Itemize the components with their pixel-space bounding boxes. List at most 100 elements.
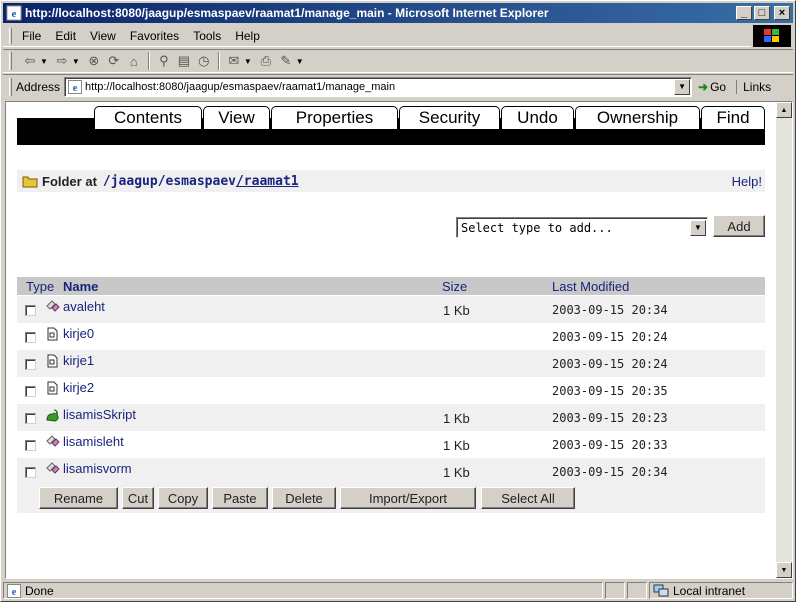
back-icon[interactable]: ⇦ — [20, 51, 40, 71]
maximize-button[interactable]: □ — [754, 6, 770, 20]
header-size[interactable]: Size — [442, 279, 467, 294]
item-name-link[interactable]: kirje0 — [63, 326, 94, 341]
address-input[interactable]: e http://localhost:8080/jaagup/esmaspaev… — [64, 76, 693, 97]
addressbar-grip[interactable] — [9, 77, 12, 96]
refresh-icon[interactable]: ⟳ — [104, 51, 124, 71]
row-checkbox[interactable] — [25, 359, 36, 370]
mail-dropdown-icon[interactable]: ▼ — [244, 57, 252, 66]
item-name-link[interactable]: avaleht — [63, 299, 105, 314]
paste-label: Paste — [223, 490, 257, 506]
paste-button[interactable]: Paste — [212, 487, 268, 509]
address-dropdown-icon[interactable]: ▼ — [674, 78, 691, 95]
row-checkbox[interactable] — [25, 440, 36, 451]
favorites-icon[interactable]: ▤ — [174, 51, 194, 71]
menu-view[interactable]: View — [90, 29, 116, 43]
item-name-link[interactable]: lisamisvorm — [63, 461, 132, 476]
type-select[interactable]: Select type to add... ▼ — [456, 217, 708, 238]
row-checkbox[interactable] — [25, 386, 36, 397]
item-name-link[interactable]: kirje2 — [63, 380, 94, 395]
row-checkbox[interactable] — [25, 413, 36, 424]
go-button[interactable]: ➜ Go — [698, 80, 726, 94]
add-button[interactable]: Add — [713, 215, 765, 237]
tab-find[interactable]: Find — [701, 106, 765, 129]
help-link[interactable]: Help! — [732, 174, 762, 189]
menu-bar: File Edit View Favorites Tools Help — [3, 25, 751, 47]
item-name-link[interactable]: kirje1 — [63, 353, 94, 368]
tab-undo[interactable]: Undo — [501, 106, 574, 129]
copy-button[interactable]: Copy — [158, 487, 208, 509]
delete-button[interactable]: Delete — [272, 487, 336, 509]
rename-label: Rename — [53, 490, 104, 506]
home-icon[interactable]: ⌂ — [124, 51, 144, 71]
close-button[interactable]: × — [774, 6, 790, 20]
mail-icon[interactable]: ✉ — [224, 51, 244, 71]
item-name-link[interactable]: lisamisleht — [63, 434, 124, 449]
address-url[interactable]: http://localhost:8080/jaagup/esmaspaev/r… — [85, 81, 674, 93]
import-export-label: Import/Export — [368, 490, 448, 506]
breadcrumb-jaagup[interactable]: /jaagup — [103, 174, 158, 189]
toolbar-grip[interactable] — [9, 52, 12, 70]
vertical-scrollbar[interactable]: ▲ ▼ — [776, 102, 792, 578]
status-panel — [627, 582, 647, 599]
item-name-link[interactable]: lisamisSkript — [63, 407, 136, 422]
table-row: lisamisvorm 1 Kb 2003-09-15 20:34 — [17, 458, 765, 485]
rename-button[interactable]: Rename — [39, 487, 118, 509]
file-icon — [47, 354, 58, 368]
dtml-document-icon — [46, 435, 60, 447]
select-all-button[interactable]: Select All — [481, 487, 575, 509]
status-bar: e Done Local intranet — [3, 581, 793, 600]
scroll-up-icon[interactable]: ▲ — [776, 102, 792, 118]
tab-security[interactable]: Security — [399, 106, 500, 129]
type-select-value: Select type to add... — [461, 220, 613, 235]
row-checkbox[interactable] — [25, 467, 36, 478]
edit-dropdown-icon[interactable]: ▼ — [296, 57, 304, 66]
stop-icon[interactable]: ⊗ — [84, 51, 104, 71]
folder-prefix: Folder at — [42, 173, 97, 189]
row-checkbox[interactable] — [25, 305, 36, 316]
edit-icon[interactable]: ✎ — [276, 51, 296, 71]
tab-contents[interactable]: Contents — [94, 106, 202, 129]
print-icon[interactable]: ⎙ — [256, 51, 276, 71]
title-bar[interactable]: e http://localhost:8080/jaagup/esmaspaev… — [3, 3, 793, 23]
intranet-icon — [653, 584, 669, 596]
breadcrumb-esmaspaev[interactable]: /esmaspaev — [158, 174, 236, 189]
menu-help[interactable]: Help — [235, 29, 260, 43]
tab-view[interactable]: View — [203, 106, 270, 129]
minimize-button[interactable]: _ — [736, 6, 752, 20]
back-dropdown-icon[interactable]: ▼ — [40, 57, 48, 66]
forward-dropdown-icon[interactable]: ▼ — [72, 57, 80, 66]
menu-favorites[interactable]: Favorites — [130, 29, 179, 43]
item-modified: 2003-09-15 20:24 — [552, 357, 668, 371]
menu-edit[interactable]: Edit — [55, 29, 76, 43]
forward-icon[interactable]: ⇨ — [52, 51, 72, 71]
item-size: 1 Kb — [443, 411, 470, 426]
row-checkbox[interactable] — [25, 332, 36, 343]
toolbar-separator — [217, 52, 220, 70]
header-modified[interactable]: Last Modified — [552, 279, 629, 294]
header-name[interactable]: Name — [63, 279, 98, 294]
scroll-down-icon[interactable]: ▼ — [776, 562, 792, 578]
menubar-grip[interactable] — [9, 27, 12, 44]
header-type[interactable]: Type — [26, 279, 54, 294]
tab-properties[interactable]: Properties — [271, 106, 398, 129]
import-export-button[interactable]: Import/Export — [340, 487, 476, 509]
tab-ownership[interactable]: Ownership — [575, 106, 700, 129]
table-header: Type Name Size Last Modified — [17, 277, 765, 295]
delete-label: Delete — [285, 490, 323, 506]
address-label: Address — [16, 79, 61, 94]
cut-button[interactable]: Cut — [122, 487, 154, 509]
chevron-down-icon[interactable]: ▼ — [690, 219, 706, 236]
menu-tools[interactable]: Tools — [193, 29, 221, 43]
breadcrumb-raamat1[interactable]: /raamat1 — [236, 174, 299, 189]
windows-logo-icon — [753, 25, 791, 47]
search-icon[interactable]: ⚲ — [154, 51, 174, 71]
menu-file[interactable]: File — [22, 29, 41, 43]
tab-underline — [17, 145, 765, 148]
folder-bar: Folder at /jaagup/esmaspaev/raamat1 Help… — [17, 170, 765, 192]
dtml-document-icon — [46, 462, 60, 474]
item-modified: 2003-09-15 20:33 — [552, 438, 668, 452]
svg-text:e: e — [73, 83, 78, 94]
minimize-icon: _ — [740, 6, 748, 19]
history-icon[interactable]: ◷ — [194, 51, 214, 71]
links-button[interactable]: Links — [736, 79, 771, 94]
